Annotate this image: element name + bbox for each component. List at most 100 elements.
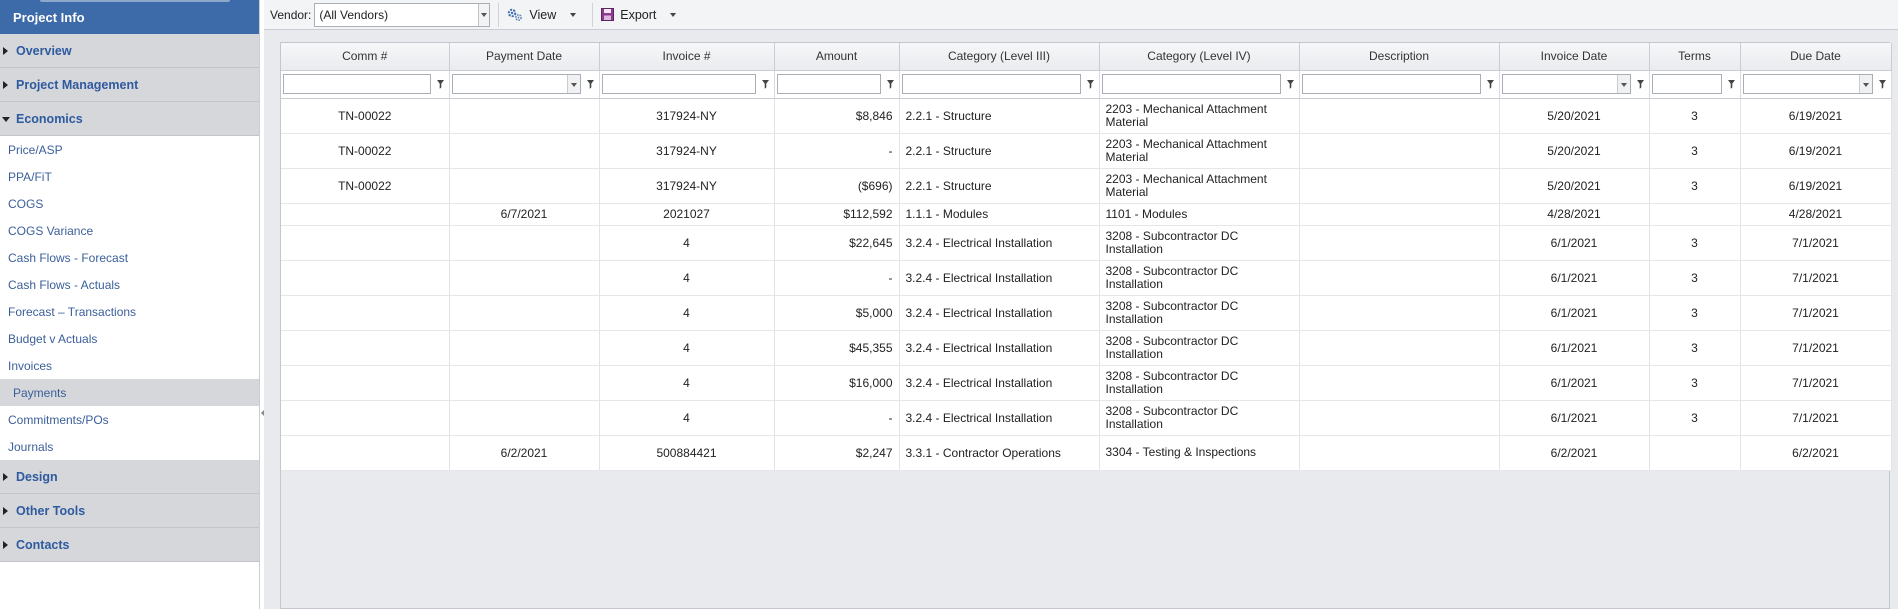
column-header[interactable]: Description — [1299, 43, 1500, 71]
table-cell: 3.2.4 - Electrical Installation — [899, 400, 1100, 436]
table-row[interactable]: 4 $16,000 3.2.4 - Electrical Installation 3… — [281, 365, 1892, 401]
table-cell — [1299, 260, 1500, 296]
sidebar-header[interactable]: Project Info — [0, 0, 259, 34]
table-cell: 3208 - Subcontractor DC Installation — [1099, 330, 1300, 366]
sidebar: Project Info Overview Project Management… — [0, 0, 260, 609]
vendor-label: Vendor: — [270, 7, 312, 22]
table-cell — [1649, 203, 1741, 226]
table-cell: 1.1.1 - Modules — [899, 203, 1100, 226]
payments-table: Comm # Payment Date Invoice # Amount Categor… — [281, 43, 1892, 471]
sidebar-section-other-tools[interactable]: Other Tools — [0, 494, 259, 528]
sidebar-section-contacts[interactable]: Contacts — [0, 528, 259, 562]
filter-input[interactable] — [901, 74, 1081, 94]
sidebar-section-project-management[interactable]: Project Management — [0, 68, 259, 102]
sidebar-section-economics[interactable]: Economics — [0, 102, 259, 136]
filter-icon[interactable] — [760, 79, 772, 89]
sidebar-item-cogs-variance[interactable]: COGS Variance — [0, 217, 259, 244]
view-button[interactable]: View — [498, 2, 584, 27]
column-header[interactable]: Invoice Date — [1499, 43, 1650, 71]
expand-arrow-icon — [3, 541, 8, 549]
sidebar-item-ppa-fit[interactable]: PPA/FiT — [0, 163, 259, 190]
filter-input[interactable] — [1742, 74, 1873, 94]
sidebar-section-design[interactable]: Design — [0, 460, 259, 494]
filter-input[interactable] — [1101, 74, 1281, 94]
table-row[interactable]: 4-3.2.4 - Electrical Installation 3208 - … — [281, 400, 1892, 436]
filter-icon[interactable] — [435, 79, 447, 89]
toolbar: Vendor: (All Vendors) View Export — [264, 0, 1898, 30]
filter-icon[interactable] — [885, 79, 897, 89]
filter-input[interactable] — [1651, 74, 1722, 94]
sidebar-item-price-asp[interactable]: Price/ASP — [0, 136, 259, 163]
table-cell — [1299, 435, 1500, 471]
sidebar-item-cash-flows-actuals[interactable]: Cash Flows - Actuals — [0, 271, 259, 298]
filter-cell — [449, 70, 600, 99]
table-cell: 3.3.1 - Contractor Operations — [899, 435, 1100, 471]
table-cell: 6/2/2021 — [1740, 435, 1892, 471]
table-row[interactable]: 6/2/2021 500884421 $2,247 3.3.1 - Contracto… — [281, 435, 1892, 471]
table-cell: 3208 - Subcontractor DC Installation — [1099, 225, 1300, 261]
chevron-down-icon[interactable] — [478, 3, 490, 26]
table-cell: 6/1/2021 — [1499, 330, 1650, 366]
table-cell: 7/1/2021 — [1740, 260, 1892, 296]
filter-input[interactable] — [283, 74, 431, 94]
table-cell — [1299, 365, 1500, 401]
sidebar-item-payments[interactable]: Payments — [0, 379, 259, 406]
table-row[interactable]: 4 $22,645 3.2.4 - Electrical Installation 3… — [281, 225, 1892, 261]
table-cell — [1299, 168, 1500, 204]
filter-cell — [899, 70, 1100, 99]
sidebar-item-commitments-pos[interactable]: Commitments/POs — [0, 406, 259, 433]
column-header[interactable]: Comm # — [281, 43, 450, 71]
sidebar-item-journals[interactable]: Journals — [0, 433, 259, 460]
filter-icon[interactable] — [1285, 79, 1297, 89]
table-cell: 3 — [1649, 98, 1741, 134]
sidebar-item-budget-v-actuals[interactable]: Budget v Actuals — [0, 325, 259, 352]
table-cell: 1101 - Modules — [1099, 203, 1300, 226]
sidebar-header-label: Project Info — [13, 10, 85, 25]
filter-icon[interactable] — [1726, 79, 1738, 89]
filter-input[interactable] — [1501, 74, 1631, 94]
filter-icon[interactable] — [1485, 79, 1497, 89]
filter-input[interactable] — [451, 74, 581, 94]
column-header[interactable]: Amount — [774, 43, 900, 71]
vendor-select[interactable]: (All Vendors) — [314, 2, 491, 27]
table-row[interactable]: 6/7/2021 2021027 $112,592 1.1.1 - Modules 11… — [281, 203, 1892, 226]
table-row[interactable]: TN-00022 317924-NY -2.2.1 - Structure 2203 … — [281, 133, 1892, 169]
filter-icon[interactable] — [1085, 79, 1097, 89]
column-header[interactable]: Due Date — [1740, 43, 1892, 71]
filter-icon[interactable] — [1877, 79, 1889, 89]
column-header[interactable]: Invoice # — [599, 43, 775, 71]
filter-icon[interactable] — [585, 79, 597, 89]
table-cell: 6/2/2021 — [449, 435, 600, 471]
filter-input[interactable] — [601, 74, 756, 94]
column-header[interactable]: Category (Level IV) — [1099, 43, 1300, 71]
export-button[interactable]: Export — [592, 2, 684, 27]
table-cell — [281, 225, 450, 261]
sidebar-item-forecast-transactions[interactable]: Forecast – Transactions — [0, 298, 259, 325]
table-cell: 5/20/2021 — [1499, 168, 1650, 204]
table-row[interactable]: 4 $5,000 3.2.4 - Electrical Installation 32… — [281, 295, 1892, 331]
table-row[interactable]: 4-3.2.4 - Electrical Installation 3208 - … — [281, 260, 1892, 296]
column-header[interactable]: Category (Level III) — [899, 43, 1100, 71]
filter-icon[interactable] — [1635, 79, 1647, 89]
header-top-strip — [40, 0, 230, 2]
sidebar-section-overview[interactable]: Overview — [0, 34, 259, 68]
filter-input[interactable] — [776, 74, 881, 94]
table-row[interactable]: 4 $45,355 3.2.4 - Electrical Installation 3… — [281, 330, 1892, 366]
table-cell — [281, 365, 450, 401]
sidebar-item-cogs[interactable]: COGS — [0, 190, 259, 217]
filter-input[interactable] — [1301, 74, 1481, 94]
table-cell — [449, 168, 600, 204]
table-row[interactable]: TN-00022 317924-NY $8,846 2.2.1 - Structure… — [281, 98, 1892, 134]
table-row[interactable]: TN-00022 317924-NY ($696) 2.2.1 - Structure… — [281, 168, 1892, 204]
sidebar-item-invoices[interactable]: Invoices — [0, 352, 259, 379]
filter-row — [281, 70, 1892, 99]
table-cell — [1299, 133, 1500, 169]
column-header[interactable]: Payment Date — [449, 43, 600, 71]
column-header[interactable]: Terms — [1649, 43, 1741, 71]
table-cell — [1649, 435, 1741, 471]
expand-arrow-icon — [3, 507, 8, 515]
table-cell: 317924-NY — [599, 133, 775, 169]
sidebar-item-cash-flows-forecast[interactable]: Cash Flows - Forecast — [0, 244, 259, 271]
sidebar-section-label: Project Management — [16, 77, 139, 92]
table-cell — [1299, 98, 1500, 134]
